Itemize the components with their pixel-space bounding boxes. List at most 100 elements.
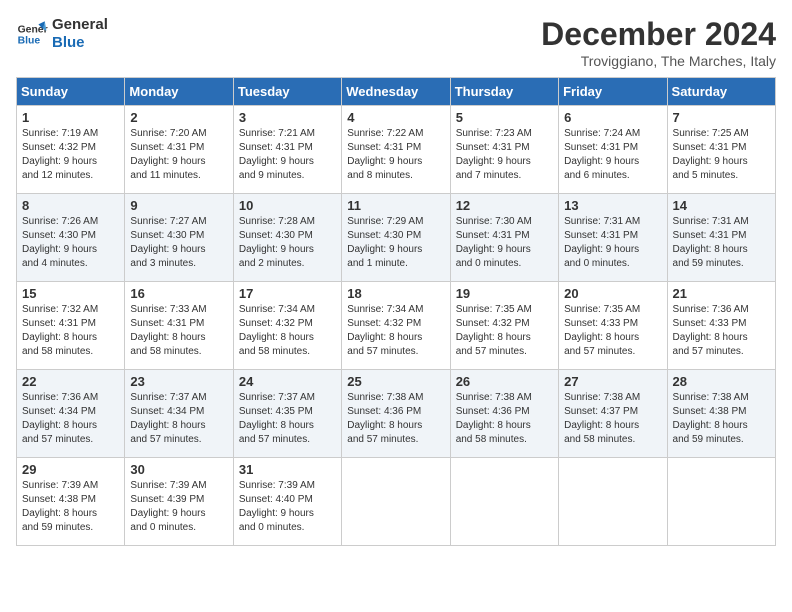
logo-icon: General Blue: [16, 18, 48, 50]
calendar-table: SundayMondayTuesdayWednesdayThursdayFrid…: [16, 77, 776, 546]
day-cell: [342, 458, 450, 546]
day-cell: 30 Sunrise: 7:39 AM Sunset: 4:39 PM Dayli…: [125, 458, 233, 546]
day-info: Sunrise: 7:26 AM Sunset: 4:30 PM Dayligh…: [22, 215, 119, 271]
day-cell: 31 Sunrise: 7:39 AM Sunset: 4:40 PM Dayli…: [233, 458, 341, 546]
day-number: 20: [564, 286, 661, 301]
day-info: Sunrise: 7:24 AM Sunset: 4:31 PM Dayligh…: [564, 127, 661, 183]
day-cell: 11 Sunrise: 7:29 AM Sunset: 4:30 PM Dayli…: [342, 194, 450, 282]
day-number: 6: [564, 110, 661, 125]
day-info: Sunrise: 7:36 AM Sunset: 4:33 PM Dayligh…: [673, 303, 770, 359]
header-cell-wednesday: Wednesday: [342, 78, 450, 106]
day-number: 14: [673, 198, 770, 213]
logo-general: General: [52, 16, 108, 34]
week-row-4: 22 Sunrise: 7:36 AM Sunset: 4:34 PM Dayli…: [17, 370, 776, 458]
day-number: 31: [239, 462, 336, 477]
day-number: 1: [22, 110, 119, 125]
day-info: Sunrise: 7:19 AM Sunset: 4:32 PM Dayligh…: [22, 127, 119, 183]
week-row-1: 1 Sunrise: 7:19 AM Sunset: 4:32 PM Daylig…: [17, 106, 776, 194]
day-number: 18: [347, 286, 444, 301]
day-number: 26: [456, 374, 553, 389]
day-info: Sunrise: 7:39 AM Sunset: 4:40 PM Dayligh…: [239, 479, 336, 535]
day-cell: 13Sunrise: 7:31 AM Sunset: 4:31 PM Dayli…: [559, 194, 667, 282]
day-cell: 23Sunrise: 7:37 AM Sunset: 4:34 PM Dayli…: [125, 370, 233, 458]
day-cell: 22 Sunrise: 7:36 AM Sunset: 4:34 PM Dayli…: [17, 370, 125, 458]
day-cell: 26 Sunrise: 7:38 AM Sunset: 4:36 PM Dayli…: [450, 370, 558, 458]
day-number: 15: [22, 286, 119, 301]
day-cell: 20 Sunrise: 7:35 AM Sunset: 4:33 PM Dayli…: [559, 282, 667, 370]
location-subtitle: Troviggiano, The Marches, Italy: [541, 53, 776, 69]
logo: General Blue General Blue: [16, 16, 108, 52]
day-cell: 21 Sunrise: 7:36 AM Sunset: 4:33 PM Dayli…: [667, 282, 775, 370]
day-number: 21: [673, 286, 770, 301]
title-area: December 2024 Troviggiano, The Marches, …: [541, 16, 776, 69]
day-number: 16: [130, 286, 227, 301]
day-info: Sunrise: 7:38 AM Sunset: 4:36 PM Dayligh…: [347, 391, 444, 447]
day-cell: 29 Sunrise: 7:39 AM Sunset: 4:38 PM Dayli…: [17, 458, 125, 546]
header-cell-sunday: Sunday: [17, 78, 125, 106]
day-number: 11: [347, 198, 444, 213]
day-number: 30: [130, 462, 227, 477]
day-number: 29: [22, 462, 119, 477]
calendar-header-row: SundayMondayTuesdayWednesdayThursdayFrid…: [17, 78, 776, 106]
day-info: Sunrise: 7:23 AM Sunset: 4:31 PM Dayligh…: [456, 127, 553, 183]
day-info: Sunrise: 7:37 AM Sunset: 4:35 PM Dayligh…: [239, 391, 336, 447]
day-number: 9: [130, 198, 227, 213]
day-cell: 2Sunrise: 7:20 AM Sunset: 4:31 PM Daylig…: [125, 106, 233, 194]
day-cell: 28 Sunrise: 7:38 AM Sunset: 4:38 PM Dayli…: [667, 370, 775, 458]
day-number: 25: [347, 374, 444, 389]
day-info: Sunrise: 7:21 AM Sunset: 4:31 PM Dayligh…: [239, 127, 336, 183]
day-number: 22: [22, 374, 119, 389]
day-info: Sunrise: 7:39 AM Sunset: 4:38 PM Dayligh…: [22, 479, 119, 535]
day-cell: 9 Sunrise: 7:27 AM Sunset: 4:30 PM Daylig…: [125, 194, 233, 282]
day-info: Sunrise: 7:38 AM Sunset: 4:36 PM Dayligh…: [456, 391, 553, 447]
header-cell-friday: Friday: [559, 78, 667, 106]
day-info: Sunrise: 7:29 AM Sunset: 4:30 PM Dayligh…: [347, 215, 444, 271]
day-number: 19: [456, 286, 553, 301]
header-cell-saturday: Saturday: [667, 78, 775, 106]
day-info: Sunrise: 7:38 AM Sunset: 4:38 PM Dayligh…: [673, 391, 770, 447]
day-cell: 18 Sunrise: 7:34 AM Sunset: 4:32 PM Dayli…: [342, 282, 450, 370]
day-number: 28: [673, 374, 770, 389]
week-row-5: 29 Sunrise: 7:39 AM Sunset: 4:38 PM Dayli…: [17, 458, 776, 546]
day-cell: 24 Sunrise: 7:37 AM Sunset: 4:35 PM Dayli…: [233, 370, 341, 458]
day-cell: 1 Sunrise: 7:19 AM Sunset: 4:32 PM Daylig…: [17, 106, 125, 194]
day-number: 27: [564, 374, 661, 389]
day-info: Sunrise: 7:27 AM Sunset: 4:30 PM Dayligh…: [130, 215, 227, 271]
day-number: 7: [673, 110, 770, 125]
week-row-2: 8Sunrise: 7:26 AM Sunset: 4:30 PM Daylig…: [17, 194, 776, 282]
day-cell: 27Sunrise: 7:38 AM Sunset: 4:37 PM Dayli…: [559, 370, 667, 458]
day-info: Sunrise: 7:34 AM Sunset: 4:32 PM Dayligh…: [239, 303, 336, 359]
day-info: Sunrise: 7:31 AM Sunset: 4:31 PM Dayligh…: [673, 215, 770, 271]
day-cell: 6 Sunrise: 7:24 AM Sunset: 4:31 PM Daylig…: [559, 106, 667, 194]
day-cell: 4Sunrise: 7:22 AM Sunset: 4:31 PM Daylig…: [342, 106, 450, 194]
day-cell: 12Sunrise: 7:30 AM Sunset: 4:31 PM Dayli…: [450, 194, 558, 282]
day-cell: 19 Sunrise: 7:35 AM Sunset: 4:32 PM Dayli…: [450, 282, 558, 370]
day-cell: 14 Sunrise: 7:31 AM Sunset: 4:31 PM Dayli…: [667, 194, 775, 282]
day-number: 12: [456, 198, 553, 213]
day-info: Sunrise: 7:39 AM Sunset: 4:39 PM Dayligh…: [130, 479, 227, 535]
day-number: 24: [239, 374, 336, 389]
day-info: Sunrise: 7:34 AM Sunset: 4:32 PM Dayligh…: [347, 303, 444, 359]
day-info: Sunrise: 7:28 AM Sunset: 4:30 PM Dayligh…: [239, 215, 336, 271]
week-row-3: 15 Sunrise: 7:32 AM Sunset: 4:31 PM Dayli…: [17, 282, 776, 370]
svg-text:Blue: Blue: [18, 36, 41, 47]
header-cell-thursday: Thursday: [450, 78, 558, 106]
day-info: Sunrise: 7:36 AM Sunset: 4:34 PM Dayligh…: [22, 391, 119, 447]
day-cell: 7Sunrise: 7:25 AM Sunset: 4:31 PM Daylig…: [667, 106, 775, 194]
header: General Blue General Blue December 2024 …: [16, 16, 776, 69]
day-info: Sunrise: 7:22 AM Sunset: 4:31 PM Dayligh…: [347, 127, 444, 183]
day-cell: 8Sunrise: 7:26 AM Sunset: 4:30 PM Daylig…: [17, 194, 125, 282]
day-info: Sunrise: 7:35 AM Sunset: 4:32 PM Dayligh…: [456, 303, 553, 359]
day-number: 13: [564, 198, 661, 213]
logo-blue: Blue: [52, 34, 108, 52]
day-info: Sunrise: 7:32 AM Sunset: 4:31 PM Dayligh…: [22, 303, 119, 359]
day-cell: [450, 458, 558, 546]
day-cell: 5Sunrise: 7:23 AM Sunset: 4:31 PM Daylig…: [450, 106, 558, 194]
day-number: 23: [130, 374, 227, 389]
day-info: Sunrise: 7:35 AM Sunset: 4:33 PM Dayligh…: [564, 303, 661, 359]
day-cell: 16Sunrise: 7:33 AM Sunset: 4:31 PM Dayli…: [125, 282, 233, 370]
day-number: 3: [239, 110, 336, 125]
day-number: 2: [130, 110, 227, 125]
day-number: 17: [239, 286, 336, 301]
day-number: 10: [239, 198, 336, 213]
